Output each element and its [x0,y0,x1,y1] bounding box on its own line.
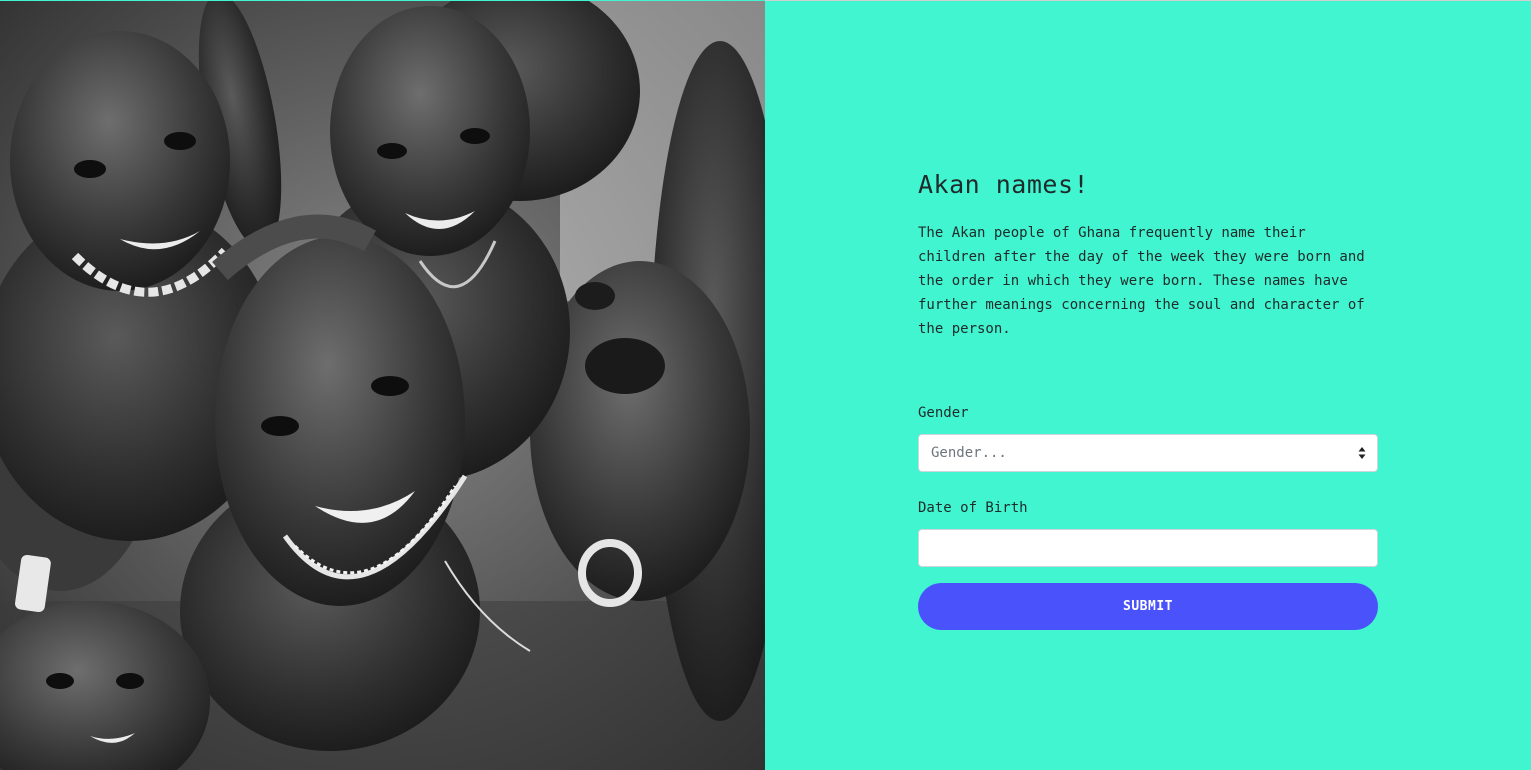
dob-label: Date of Birth [918,500,1028,516]
gender-select-wrapper: Gender... [918,434,1378,472]
submit-button[interactable]: SUBMIT [918,583,1378,630]
intro-panel: Akan names! The Akan people of Ghana fre… [765,0,1531,770]
select-arrows-icon [1358,447,1366,459]
page-title: Akan names! [918,170,1090,199]
gender-label: Gender [918,405,969,421]
gender-select[interactable]: Gender... [918,434,1378,472]
children-photo-image [0,1,765,770]
intro-content: Akan names! The Akan people of Ghana fre… [918,169,1378,630]
dob-input[interactable] [918,529,1378,567]
gender-selected-value: Gender... [931,445,1007,461]
page-description: The Akan people of Ghana frequently name… [918,225,1365,337]
hero-photo [0,1,765,770]
